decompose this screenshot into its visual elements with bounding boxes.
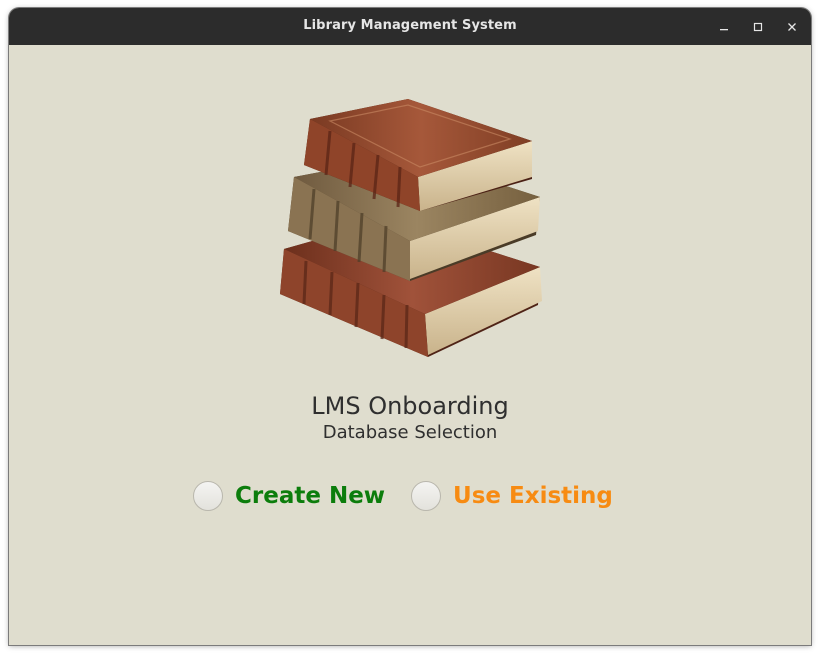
close-icon: [788, 23, 796, 31]
title-bar[interactable]: Library Management System: [9, 8, 811, 45]
close-button[interactable]: [781, 16, 803, 38]
minimize-icon: [720, 29, 728, 31]
minimize-button[interactable]: [713, 16, 735, 38]
app-window: Library Management System LMS Onboarding…: [9, 8, 811, 645]
page-title: LMS Onboarding: [311, 392, 509, 420]
maximize-icon: [753, 22, 763, 32]
create-new-label[interactable]: Create New: [235, 483, 385, 509]
main-content: LMS Onboarding Database Selection Create…: [9, 45, 811, 645]
use-existing-radio[interactable]: Use Existing: [411, 481, 613, 511]
radio-indicator[interactable]: [411, 481, 442, 511]
radio-indicator[interactable]: [193, 481, 223, 511]
window-title: Library Management System: [303, 18, 517, 33]
database-option-group: Create New Use Existing: [193, 479, 613, 513]
stacked-books-image: [280, 99, 542, 357]
create-new-radio[interactable]: Create New: [193, 481, 385, 511]
page-subtitle: Database Selection: [322, 422, 498, 443]
use-existing-label[interactable]: Use Existing: [453, 483, 613, 509]
maximize-button[interactable]: [747, 16, 769, 38]
